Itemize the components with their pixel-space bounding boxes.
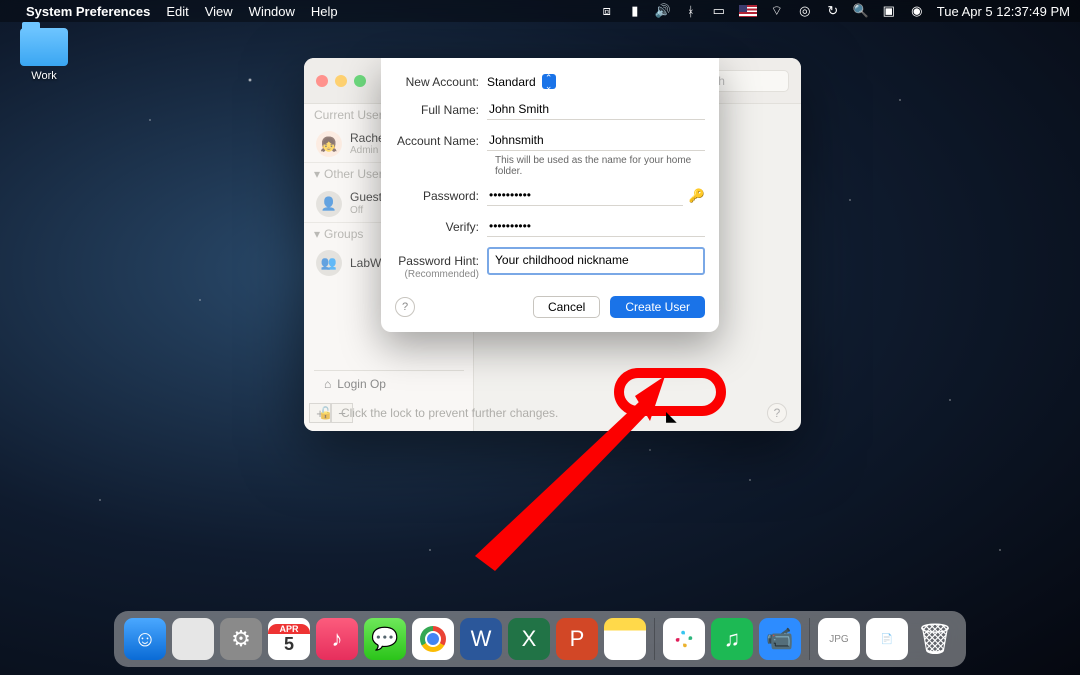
dock-trash[interactable]: 🗑 <box>914 618 956 660</box>
full-name-field[interactable] <box>487 99 705 120</box>
traffic-lights <box>316 75 366 87</box>
verify-label: Verify: <box>395 220 487 234</box>
dock-separator <box>654 618 655 660</box>
dock-finder[interactable]: ☺ <box>124 618 166 660</box>
cancel-button[interactable]: Cancel <box>533 296 600 318</box>
dock-powerpoint[interactable]: P <box>556 618 598 660</box>
home-icon: ⌂ <box>324 377 331 391</box>
dock-calendar[interactable]: APR5 <box>268 618 310 660</box>
spotlight-icon[interactable]: 🔍 <box>853 3 869 19</box>
battery-icon[interactable]: ▭ <box>711 3 727 19</box>
menu-window[interactable]: Window <box>249 4 295 19</box>
password-hint-field[interactable]: Your childhood nickname <box>487 247 705 275</box>
lock-icon[interactable]: 🔓 <box>318 406 333 420</box>
folder-label: Work <box>12 70 76 82</box>
full-name-label: Full Name: <box>395 103 487 117</box>
new-account-select[interactable]: Standard ⌃⌄ <box>487 74 556 89</box>
wifi-icon[interactable]: ⌔ <box>769 3 785 19</box>
group-icon: 👥 <box>316 250 342 276</box>
login-options[interactable]: ⌂ Login Op <box>314 370 464 397</box>
guest-icon: 👤 <box>316 191 342 217</box>
bluetooth-icon[interactable]: ᚼ <box>683 3 699 19</box>
minimize-button[interactable] <box>335 75 347 87</box>
siri-icon[interactable]: ◉ <box>909 3 925 19</box>
help-button[interactable]: ? <box>767 403 787 423</box>
dock-slack[interactable] <box>663 618 705 660</box>
verify-field[interactable] <box>487 216 705 237</box>
maximize-button[interactable] <box>354 75 366 87</box>
dock-separator <box>809 618 810 660</box>
dock-excel[interactable]: X <box>508 618 550 660</box>
dock-file-doc[interactable]: 📄 <box>866 618 908 660</box>
password-field[interactable] <box>487 185 683 206</box>
menu-help[interactable]: Help <box>311 4 338 19</box>
dock-system-preferences[interactable]: ⚙ <box>220 618 262 660</box>
user-icon[interactable]: ◎ <box>797 3 813 19</box>
volume-icon[interactable]: 🔊 <box>655 3 671 19</box>
control-center-icon[interactable]: ▣ <box>881 3 897 19</box>
menu-view[interactable]: View <box>205 4 233 19</box>
password-key-icon[interactable]: 🔑 <box>689 188 705 204</box>
dock: ☺ ⚙ APR5 ♪ 💬 W X P ♫ 📹 JPG 📄 🗑 <box>114 611 966 667</box>
account-name-label: Account Name: <box>395 134 487 148</box>
dock-spotify[interactable]: ♫ <box>711 618 753 660</box>
dock-word[interactable]: W <box>460 618 502 660</box>
account-name-hint: This will be used as the name for your h… <box>495 155 705 177</box>
create-user-button[interactable]: Create User <box>610 296 705 318</box>
hint-label: Password Hint: <box>395 254 487 268</box>
password-label: Password: <box>395 189 487 203</box>
dock-launchpad[interactable] <box>172 618 214 660</box>
dropbox-icon[interactable]: ⧈ <box>599 3 615 19</box>
dock-chrome[interactable] <box>412 618 454 660</box>
lock-bar: 🔓 Click the lock to prevent further chan… <box>304 395 801 431</box>
folder-icon <box>20 28 68 66</box>
device-icon[interactable]: ▮ <box>627 3 643 19</box>
new-user-sheet: New Account: Standard ⌃⌄ Full Name: Acco… <box>381 58 719 332</box>
account-name-field[interactable] <box>487 130 705 151</box>
hint-recommended: (Recommended) <box>395 269 487 280</box>
dock-zoom[interactable]: 📹 <box>759 618 801 660</box>
avatar-icon: 👧 <box>316 131 342 157</box>
desktop-folder-work[interactable]: Work <box>12 28 76 82</box>
dock-file-jpg[interactable]: JPG <box>818 618 860 660</box>
dock-notes[interactable] <box>604 618 646 660</box>
timemachine-icon[interactable]: ↻ <box>825 3 841 19</box>
close-button[interactable] <box>316 75 328 87</box>
menubar-clock[interactable]: Tue Apr 5 12:37:49 PM <box>937 4 1070 19</box>
lock-text: Click the lock to prevent further change… <box>341 406 558 420</box>
select-arrows-icon: ⌃⌄ <box>542 74 556 89</box>
dock-music[interactable]: ♪ <box>316 618 358 660</box>
new-account-label: New Account: <box>395 75 487 89</box>
menubar: System Preferences Edit View Window Help… <box>0 0 1080 22</box>
dock-messages[interactable]: 💬 <box>364 618 406 660</box>
input-source-icon[interactable] <box>739 5 757 17</box>
menu-edit[interactable]: Edit <box>166 4 188 19</box>
app-menu[interactable]: System Preferences <box>26 4 150 19</box>
sheet-help-button[interactable]: ? <box>395 297 415 317</box>
